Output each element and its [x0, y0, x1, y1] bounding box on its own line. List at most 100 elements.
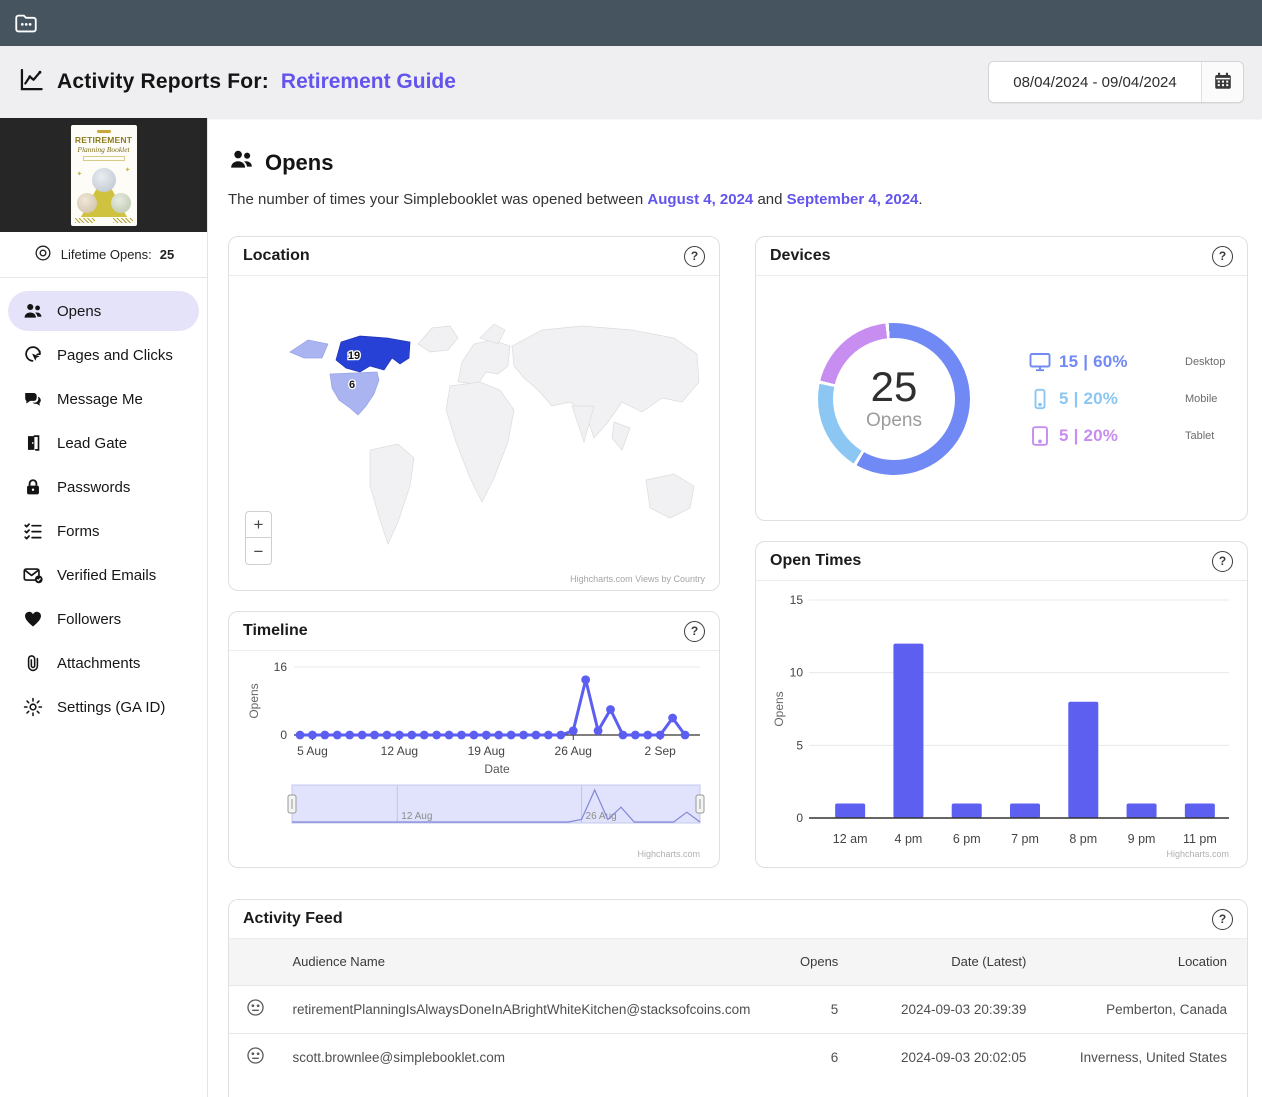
map-label-canada: 19 — [348, 350, 360, 362]
help-icon[interactable]: ? — [1212, 246, 1233, 267]
calendar-button[interactable] — [1201, 62, 1243, 102]
cover-tagline — [83, 156, 125, 161]
map-label-united-states: 6 — [349, 379, 355, 391]
help-icon[interactable]: ? — [1212, 909, 1233, 930]
cover-hatch — [113, 218, 133, 223]
sidebar-item-label: Pages and Clicks — [57, 347, 173, 364]
map-landmass — [370, 324, 699, 544]
timeline-series[interactable] — [296, 675, 690, 739]
svg-text:Opens: Opens — [772, 691, 786, 726]
svg-text:5: 5 — [796, 738, 803, 752]
activity-feed-card-title: Activity Feed — [243, 910, 343, 928]
heart-icon — [22, 608, 44, 630]
highcharts-credit[interactable]: Highcharts.com — [1166, 849, 1229, 859]
svg-text:15: 15 — [790, 593, 804, 607]
help-icon[interactable]: ? — [684, 621, 705, 642]
sidebar-item-attachments[interactable]: Attachments — [8, 643, 199, 683]
devices-card: Devices ? 25 Opens — [755, 236, 1248, 521]
sidebar-item-settings-ga-id[interactable]: Settings (GA ID) — [8, 687, 199, 727]
booklet-icon[interactable] — [13, 10, 39, 36]
svg-text:0: 0 — [796, 811, 803, 825]
cover-title: RETIREMENT — [71, 135, 137, 145]
timeline-card-title: Timeline — [243, 622, 308, 640]
feed-location: Pemberton, Canada — [1032, 985, 1247, 1033]
devices-legend: 15 | 60% Desktop 5 | 20% Mobile — [1028, 350, 1247, 448]
svg-text:0: 0 — [280, 728, 287, 742]
page-title: Activity Reports For: — [57, 70, 269, 94]
world-map: 19 6 — [242, 282, 706, 578]
mobile-value: 5 | 20% — [1059, 389, 1118, 409]
sidebar-item-passwords[interactable]: Passwords — [8, 467, 199, 507]
bar-series[interactable] — [835, 644, 1215, 818]
location-card: Location ? — [228, 236, 720, 591]
lifetime-opens: Lifetime Opens: 25 — [0, 232, 207, 278]
lock-icon — [22, 476, 44, 498]
neutral-face-icon — [229, 1033, 282, 1081]
tablet-icon — [1028, 424, 1052, 448]
booklet-title-link[interactable]: Retirement Guide — [281, 70, 456, 94]
devices-donut-chart[interactable]: 25 Opens — [818, 323, 970, 475]
date-range-input[interactable] — [989, 62, 1201, 102]
timeline-card: Timeline ? 160Opens5 Aug12 Aug19 Aug26 A… — [228, 611, 720, 868]
help-icon[interactable]: ? — [1212, 551, 1233, 572]
top-navbar — [0, 0, 1262, 46]
cover-logo — [97, 130, 111, 133]
feed-audience-name: scott.brownlee@simplebooklet.com — [282, 1033, 750, 1081]
map-zoom-in-button[interactable]: + — [245, 511, 272, 538]
feed-row[interactable]: retirementPlanningIsAlwaysDoneInABrightW… — [229, 985, 1247, 1033]
open-times-chart: 051015Opens12 am4 pm6 pm7 pm8 pm9 pm11 p… — [769, 581, 1233, 867]
sidebar-item-message-me[interactable]: Message Me — [8, 379, 199, 419]
sidebar-item-followers[interactable]: Followers — [8, 599, 199, 639]
legend-row-desktop: 15 | 60% Desktop — [1028, 350, 1247, 374]
sidebar-item-label: Verified Emails — [57, 567, 156, 584]
svg-text:19 Aug: 19 Aug — [468, 744, 505, 758]
end-date-link[interactable]: September 4, 2024 — [787, 191, 919, 208]
paperclip-icon — [22, 652, 44, 674]
feed-location: Inverness, United States — [1032, 1033, 1247, 1081]
svg-text:26 Aug: 26 Aug — [555, 744, 592, 758]
devices-card-title: Devices — [770, 247, 831, 265]
svg-text:26 Aug: 26 Aug — [586, 811, 617, 822]
mobile-label: Mobile — [1185, 393, 1247, 405]
date-range-picker — [988, 61, 1244, 103]
map-zoom-out-button[interactable]: − — [245, 538, 272, 565]
lifetime-opens-value: 25 — [160, 247, 174, 262]
map-credits[interactable]: Highcharts.com Views by Country — [570, 574, 705, 584]
svg-text:2 Sep: 2 Sep — [645, 744, 677, 758]
sidebar-item-opens[interactable]: Opens — [8, 291, 199, 331]
cover-photo-circle — [77, 193, 97, 213]
feed-header-location: Location — [1032, 939, 1247, 985]
svg-text:7 pm: 7 pm — [1011, 832, 1039, 846]
feed-date: 2024-09-03 20:39:39 — [844, 985, 1032, 1033]
start-date-link[interactable]: August 4, 2024 — [647, 191, 753, 208]
timeline-chart: 160Opens5 Aug12 Aug19 Aug26 Aug2 SepDate… — [242, 651, 706, 865]
desktop-value: 15 | 60% — [1059, 352, 1128, 372]
tablet-label: Tablet — [1185, 430, 1247, 442]
feed-date: 2024-09-03 20:02:05 — [844, 1033, 1032, 1081]
svg-text:5 Aug: 5 Aug — [297, 744, 328, 758]
highcharts-credit[interactable]: Highcharts.com — [637, 849, 700, 859]
timeline-navigator[interactable]: 12 Aug26 Aug — [288, 785, 704, 823]
help-icon[interactable]: ? — [684, 246, 705, 267]
door-icon — [22, 432, 44, 454]
legend-row-tablet: 5 | 20% Tablet — [1028, 424, 1247, 448]
sidebar-item-label: Opens — [57, 303, 101, 320]
sidebar-item-pages-and-clicks[interactable]: Pages and Clicks — [8, 335, 199, 375]
lifetime-opens-label: Lifetime Opens: — [61, 247, 152, 262]
sidebar-item-verified-emails[interactable]: Verified Emails — [8, 555, 199, 595]
svg-text:9 pm: 9 pm — [1128, 832, 1156, 846]
legend-row-mobile: 5 | 20% Mobile — [1028, 387, 1247, 411]
sidebar-item-forms[interactable]: Forms — [8, 511, 199, 551]
open-times-card-title: Open Times — [770, 552, 861, 570]
feed-row[interactable]: scott.brownlee@simplebooklet.com62024-09… — [229, 1033, 1247, 1081]
sidebar-menu: Opens Pages and Clicks Message Me Lead Gate… — [0, 278, 207, 744]
main-content: Opens The number of times your Simpleboo… — [208, 118, 1262, 1097]
location-card-title: Location — [243, 247, 310, 265]
sidebar-item-label: Lead Gate — [57, 435, 127, 452]
sidebar-item-lead-gate[interactable]: Lead Gate — [8, 423, 199, 463]
sidebar-item-label: Message Me — [57, 391, 143, 408]
booklet-cover-thumbnail[interactable]: RETIREMENT Planning Booklet ✦ ✦ — [71, 125, 137, 226]
svg-text:12 Aug: 12 Aug — [381, 744, 418, 758]
opens-description: The number of times your Simplebooklet w… — [228, 191, 1248, 208]
checklist-icon — [22, 520, 44, 542]
